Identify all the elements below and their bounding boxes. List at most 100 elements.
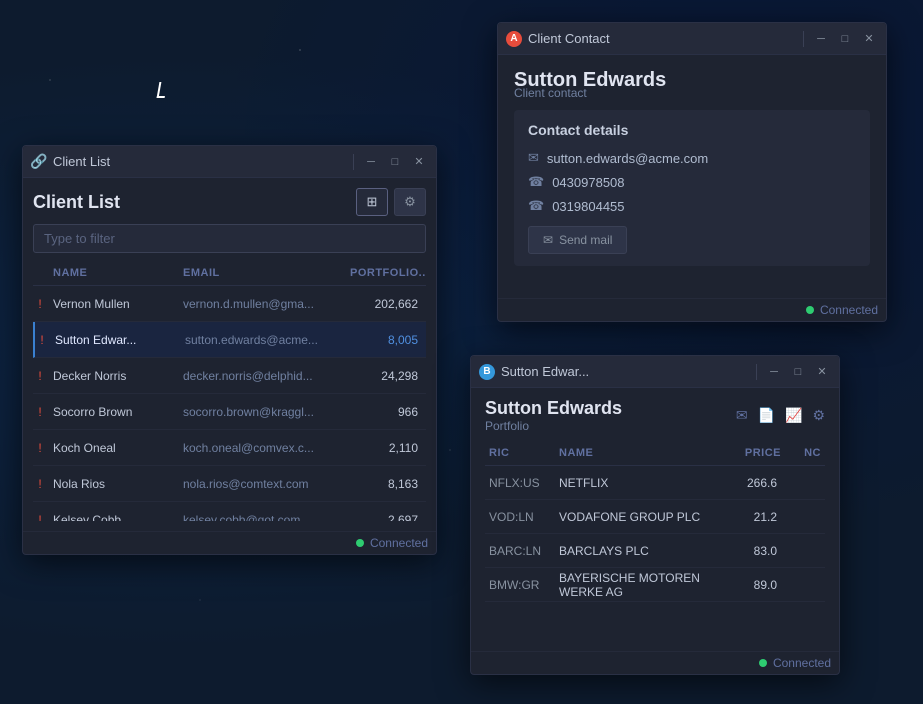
row-portfolio: 8,163 xyxy=(346,477,426,491)
row-indicator: ! xyxy=(35,333,49,347)
table-row[interactable]: ! Vernon Mullen vernon.d.mullen@gma... 2… xyxy=(33,286,426,322)
client-list-title: Client List xyxy=(33,192,120,213)
price: 266.6 xyxy=(715,476,785,490)
row-name: Sutton Edwar... xyxy=(51,333,181,347)
row-portfolio: 8,005 xyxy=(346,333,426,347)
row-indicator: ! xyxy=(33,441,47,455)
client-contact-maximize-button[interactable]: □ xyxy=(836,30,854,48)
client-contact-icon: A xyxy=(506,31,522,47)
row-name: Koch Oneal xyxy=(49,441,179,455)
portfolio-subtitle: Portfolio xyxy=(485,419,622,433)
ric: NFLX:US xyxy=(485,476,555,490)
client-list-titlebar: 🔗 Client List ─ □ ✕ xyxy=(23,146,436,178)
table-body: ! Vernon Mullen vernon.d.mullen@gma... 2… xyxy=(33,286,426,521)
portfolio-table-row[interactable]: BMW:GR BAYERISCHE MOTOREN WERKE AG 89.0 xyxy=(485,568,825,602)
stock-name: VODAFONE GROUP PLC xyxy=(555,510,715,524)
client-list-header: Client List ⊞ ⚙ xyxy=(33,188,426,216)
settings-icon: ⚙ xyxy=(404,194,416,210)
row-email: sutton.edwards@acme... xyxy=(181,333,346,347)
portfolio-table-header: RIC NAME PRICE NC xyxy=(485,441,825,466)
client-contact-minimize-button[interactable]: ─ xyxy=(812,30,830,48)
row-name: Nola Rios xyxy=(49,477,179,491)
grid-icon: ⊞ xyxy=(367,194,378,210)
send-mail-label: Send mail xyxy=(559,233,612,247)
row-email: decker.norris@delphid... xyxy=(179,369,346,383)
table-header: NAME EMAIL PORTFOLIO... xyxy=(33,261,426,286)
titlebar-sep xyxy=(756,364,757,380)
ric: BMW:GR xyxy=(485,578,555,592)
row-indicator: ! xyxy=(33,513,47,522)
send-mail-button[interactable]: ✉ Send mail xyxy=(528,226,627,254)
portfolio-table-row[interactable]: NFLX:US NETFLIX 266.6 xyxy=(485,466,825,500)
phone2-icon: ☎ xyxy=(528,198,544,214)
cursor xyxy=(158,82,170,102)
portfolio-icon: B xyxy=(479,364,495,380)
row-portfolio: 2,110 xyxy=(346,441,426,455)
portfolio-close-button[interactable]: ✕ xyxy=(813,363,831,381)
table-row[interactable]: ! Sutton Edwar... sutton.edwards@acme...… xyxy=(33,322,426,358)
table-row[interactable]: ! Koch Oneal koch.oneal@comvex.c... 2,11… xyxy=(33,430,426,466)
row-email: kelsey.cobb@qot.com xyxy=(179,513,346,522)
row-email: vernon.d.mullen@gma... xyxy=(179,297,346,311)
client-list-close-button[interactable]: ✕ xyxy=(410,153,428,171)
row-indicator: ! xyxy=(33,405,47,419)
table-row[interactable]: ! Decker Norris decker.norris@delphid...… xyxy=(33,358,426,394)
filter-input[interactable] xyxy=(33,224,426,253)
portfolio-chart-button[interactable]: 📈 xyxy=(785,407,802,424)
client-table: NAME EMAIL PORTFOLIO... ! Vernon Mullen … xyxy=(33,261,426,521)
client-list-minimize-button[interactable]: ─ xyxy=(362,153,380,171)
portfolio-email-button[interactable]: ✉ xyxy=(736,407,748,424)
client-contact-status-bar: Connected xyxy=(498,298,886,321)
pcol-ric: RIC xyxy=(485,445,555,461)
client-contact-body: Sutton Edwards Client contact Contact de… xyxy=(498,55,886,298)
row-portfolio: 966 xyxy=(346,405,426,419)
row-portfolio: 202,662 xyxy=(346,297,426,311)
status-dot xyxy=(356,539,364,547)
portfolio-status-bar: Connected xyxy=(471,651,839,674)
stock-name: BAYERISCHE MOTOREN WERKE AG xyxy=(555,571,715,599)
table-row[interactable]: ! Kelsey Cobb kelsey.cobb@qot.com 2,697 xyxy=(33,502,426,521)
contact-email-row: ✉ sutton.edwards@acme.com xyxy=(528,150,856,166)
titlebar-sep xyxy=(803,31,804,47)
row-name: Socorro Brown xyxy=(49,405,179,419)
client-list-maximize-button[interactable]: □ xyxy=(386,153,404,171)
row-portfolio: 24,298 xyxy=(346,369,426,383)
contact-phone2: 0319804455 xyxy=(552,199,624,214)
price: 89.0 xyxy=(715,578,785,592)
row-email: socorro.brown@kraggl... xyxy=(179,405,346,419)
settings-button[interactable]: ⚙ xyxy=(394,188,426,216)
portfolio-maximize-button[interactable]: □ xyxy=(789,363,807,381)
titlebar-sep xyxy=(353,154,354,170)
contact-phone2-row: ☎ 0319804455 xyxy=(528,198,856,214)
portfolio-table-row[interactable]: BARC:LN BARCLAYS PLC 83.0 xyxy=(485,534,825,568)
table-row[interactable]: ! Nola Rios nola.rios@comtext.com 8,163 xyxy=(33,466,426,502)
portfolio-name: Sutton Edwards xyxy=(485,398,622,419)
client-contact-titlebar: A Client Contact ─ □ ✕ xyxy=(498,23,886,55)
portfolio-table-body: NFLX:US NETFLIX 266.6 VOD:LN VODAFONE GR… xyxy=(485,466,825,602)
portfolio-minimize-button[interactable]: ─ xyxy=(765,363,783,381)
portfolio-table: RIC NAME PRICE NC NFLX:US NETFLIX 266.6 … xyxy=(485,441,825,641)
client-contact-close-button[interactable]: ✕ xyxy=(860,30,878,48)
row-name: Vernon Mullen xyxy=(49,297,179,311)
row-name: Kelsey Cobb xyxy=(49,513,179,522)
portfolio-settings-button[interactable]: ⚙ xyxy=(812,407,825,424)
portfolio-table-row[interactable]: VOD:LN VODAFONE GROUP PLC 21.2 xyxy=(485,500,825,534)
status-dot xyxy=(759,659,767,667)
status-text: Connected xyxy=(820,303,878,317)
row-name: Decker Norris xyxy=(49,369,179,383)
client-contact-window: A Client Contact ─ □ ✕ Sutton Edwards Cl… xyxy=(497,22,887,322)
pcol-price: PRICE xyxy=(715,445,785,461)
col-indicator xyxy=(33,265,49,281)
contact-name-section: Sutton Edwards Client contact xyxy=(514,69,870,100)
contact-details-title: Contact details xyxy=(528,122,856,138)
stock-name: BARCLAYS PLC xyxy=(555,544,715,558)
grid-view-button[interactable]: ⊞ xyxy=(356,188,388,216)
stock-name: NETFLIX xyxy=(555,476,715,490)
table-row[interactable]: ! Socorro Brown socorro.brown@kraggl... … xyxy=(33,394,426,430)
client-list-tab-label: Client List xyxy=(53,154,345,169)
client-contact-tab-label: Client Contact xyxy=(528,31,795,46)
status-text: Connected xyxy=(773,656,831,670)
portfolio-document-button[interactable]: 📄 xyxy=(758,407,775,424)
row-email: nola.rios@comtext.com xyxy=(179,477,346,491)
pcol-nc: NC xyxy=(785,445,825,461)
